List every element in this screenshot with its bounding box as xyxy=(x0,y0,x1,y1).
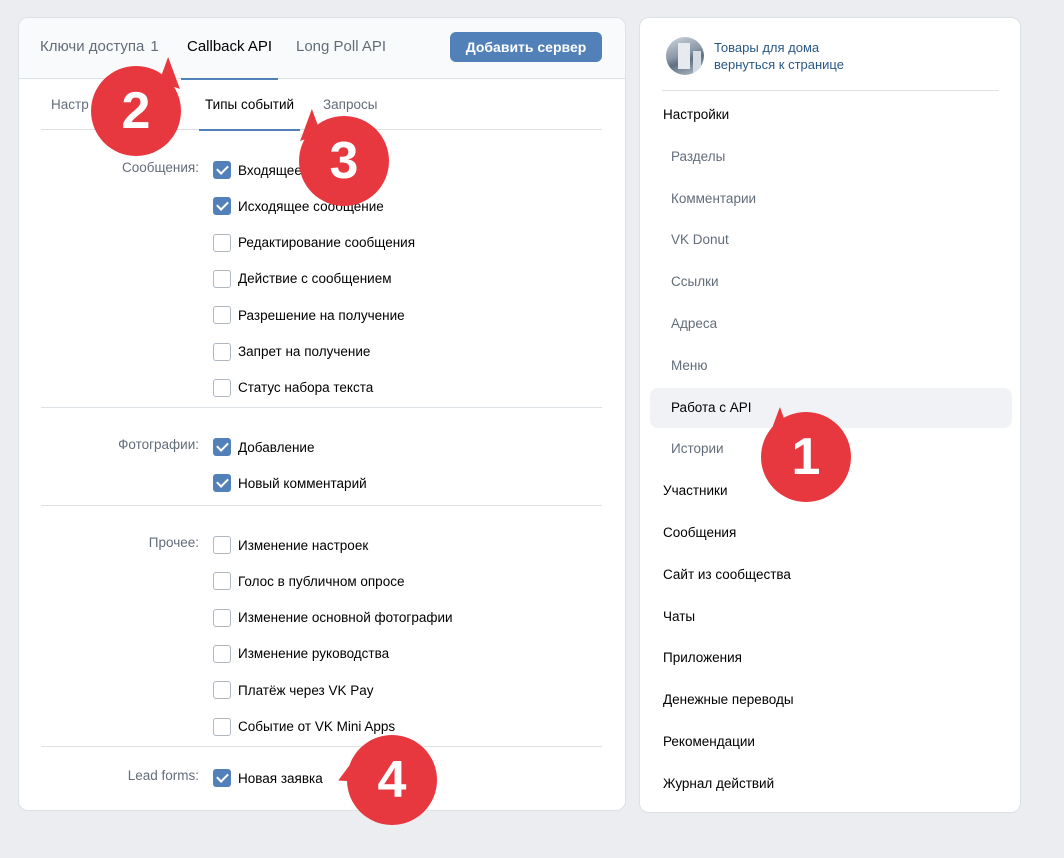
event-label: Разрешение на получение xyxy=(238,307,405,323)
section-divider xyxy=(41,746,602,747)
checkbox-unchecked[interactable] xyxy=(213,536,231,554)
event-checkbox-row[interactable]: Запрет на получение xyxy=(213,342,370,362)
event-checkbox-row[interactable]: Изменение основной фотографии xyxy=(213,608,453,628)
checkbox-checked[interactable] xyxy=(213,161,231,179)
menu-item[interactable]: Адреса xyxy=(650,304,1012,344)
event-checkbox-row[interactable]: Входящее xyxy=(213,160,302,180)
step-marker-2: 2 xyxy=(91,66,181,156)
checkbox-checked[interactable] xyxy=(213,769,231,787)
checkbox-unchecked[interactable] xyxy=(213,608,231,627)
back-to-page-link[interactable]: вернуться к странице xyxy=(714,56,844,73)
event-checkbox-row[interactable]: Изменение руководства xyxy=(213,644,389,664)
checkbox-unchecked[interactable] xyxy=(213,572,231,591)
event-label: Изменение основной фотографии xyxy=(238,610,453,626)
section-label: Фотографии: xyxy=(118,437,199,452)
menu-item[interactable]: Меню xyxy=(650,346,1012,386)
event-label: Статус набора текста xyxy=(238,380,374,396)
event-label: Событие от VK Mini Apps xyxy=(238,719,396,734)
section-label: Сообщения: xyxy=(121,160,199,175)
event-label: Добавление xyxy=(238,439,315,455)
event-checkbox-row[interactable]: Новый комментарий xyxy=(213,473,367,493)
checkbox-unchecked[interactable] xyxy=(213,644,231,663)
tab-long-poll-api[interactable]: Long Poll API xyxy=(296,18,386,79)
checkbox-unchecked[interactable] xyxy=(213,717,231,736)
group-name-link[interactable]: Товары для дома xyxy=(714,39,844,56)
event-checkbox-row[interactable]: Платёж через VK Pay xyxy=(213,680,374,700)
menu-item[interactable]: Чаты xyxy=(650,597,1012,637)
event-checkbox-row[interactable]: Новая заявка xyxy=(213,768,323,788)
checkbox-checked[interactable] xyxy=(213,474,231,493)
event-label: Редактирование сообщения xyxy=(238,235,416,251)
event-checkbox-row[interactable]: Разрешение на получение xyxy=(213,305,405,325)
subtab-settings[interactable]: Настр xyxy=(51,80,89,130)
menu-item[interactable]: Рекомендации xyxy=(650,722,1012,762)
step-marker-4: 4 xyxy=(347,735,437,825)
menu-item[interactable]: Денежные переводы xyxy=(650,680,1012,720)
event-checkbox-row[interactable]: Добавление xyxy=(213,437,315,457)
event-checkbox-row[interactable]: Действие с сообщением xyxy=(213,269,392,289)
checkbox-unchecked[interactable] xyxy=(213,681,231,700)
event-label: Запрет на получение xyxy=(238,344,371,359)
community-menu-panel: Товары для дома вернуться к странице Нас… xyxy=(639,17,1021,813)
tab-access-keys-label: Ключи доступа xyxy=(40,38,145,55)
menu-divider xyxy=(662,90,999,91)
event-label: Новая заявка xyxy=(238,770,323,786)
menu-item[interactable]: Журнал действий xyxy=(650,764,1012,804)
section-label: Lead forms: xyxy=(127,768,199,783)
event-checkbox-row[interactable]: Событие от VK Mini Apps xyxy=(213,717,395,737)
checkbox-unchecked[interactable] xyxy=(213,378,231,397)
tab-access-keys-count: 1 xyxy=(150,38,159,55)
step-marker-3: 3 xyxy=(299,116,389,206)
event-label: Действие с сообщением xyxy=(238,271,392,287)
menu-item[interactable]: VK Donut xyxy=(650,220,1012,260)
menu-item[interactable]: Сайт из сообщества xyxy=(650,555,1012,595)
event-checkbox-row[interactable]: Редактирование сообщения xyxy=(213,233,415,253)
event-label: Платёж через VK Pay xyxy=(238,682,374,698)
checkbox-unchecked[interactable] xyxy=(213,269,231,288)
event-label: Входящее xyxy=(238,162,302,178)
menu-item[interactable]: Комментарии xyxy=(650,179,1012,219)
section-label: Прочее: xyxy=(148,535,199,550)
event-label: Изменение руководства xyxy=(238,646,390,662)
step-marker-1: 1 xyxy=(761,412,851,502)
top-tabs: Ключи доступа 1 Callback API Long Poll AP… xyxy=(19,18,625,80)
subtab-event-types[interactable]: Типы событий xyxy=(198,80,301,131)
checkbox-unchecked[interactable] xyxy=(213,342,231,361)
menu-item[interactable]: Разделы xyxy=(650,137,1012,177)
checkbox-checked[interactable] xyxy=(213,438,231,456)
event-checkbox-row[interactable]: Изменение настроек xyxy=(213,535,368,555)
menu-item[interactable]: Сообщения xyxy=(650,513,1012,553)
checkbox-checked[interactable] xyxy=(213,197,231,216)
section-divider xyxy=(41,407,602,408)
event-checkbox-row[interactable]: Голос в публичном опросе xyxy=(213,571,404,591)
menu-item[interactable]: Настройки xyxy=(650,95,1012,135)
checkbox-unchecked[interactable] xyxy=(213,233,231,252)
menu-item[interactable]: Приложения xyxy=(650,638,1012,678)
add-server-button[interactable]: Добавить сервер xyxy=(450,32,602,62)
group-header[interactable]: Товары для дома вернуться к странице xyxy=(666,37,844,75)
checkbox-unchecked[interactable] xyxy=(213,306,231,325)
event-checkbox-row[interactable]: Статус набора текста xyxy=(213,378,373,398)
section-divider xyxy=(41,505,602,506)
event-label: Новый комментарий xyxy=(238,475,367,491)
event-label: Голос в публичном опросе xyxy=(238,573,405,589)
tab-callback-api[interactable]: Callback API xyxy=(180,18,279,80)
group-avatar[interactable] xyxy=(666,37,704,75)
event-label: Изменение настроек xyxy=(238,537,369,553)
menu-item[interactable]: Ссылки xyxy=(650,262,1012,302)
